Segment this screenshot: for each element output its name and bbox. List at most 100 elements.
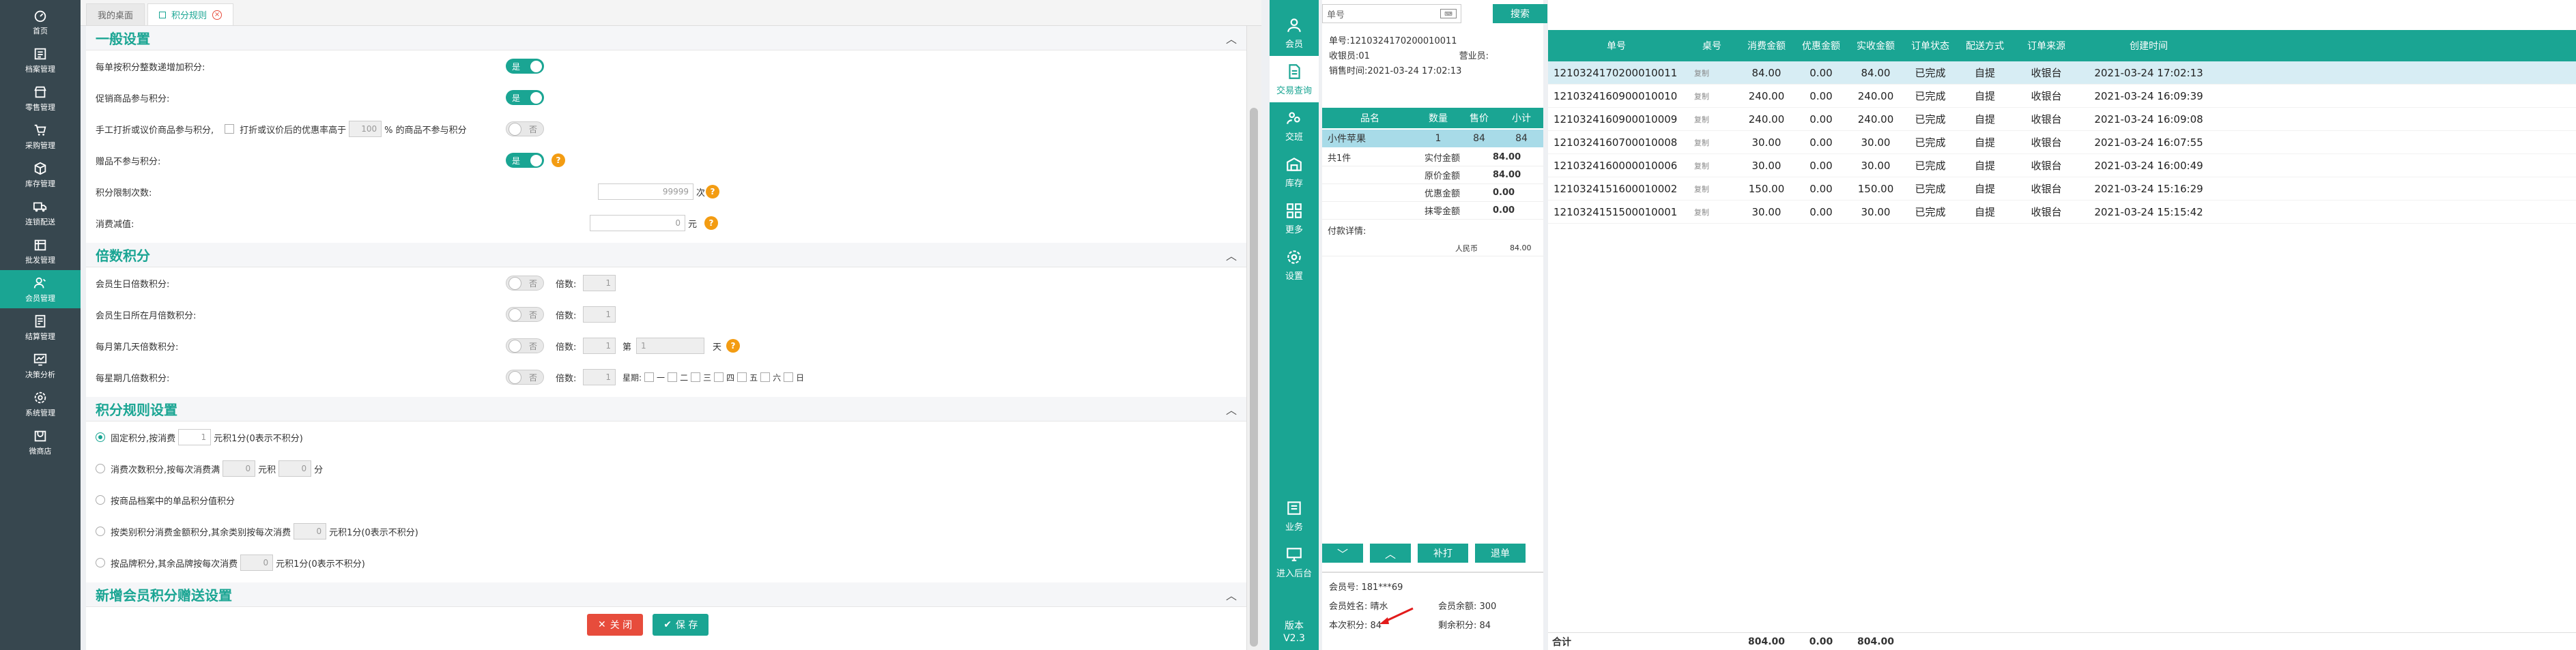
close-button[interactable]: ✕ 关 闭 — [587, 614, 644, 636]
pos-nav-member[interactable]: 会员 — [1270, 10, 1319, 56]
radio-button[interactable] — [96, 495, 105, 505]
section-multiple[interactable]: 倍数积分 ︿ — [86, 243, 1246, 267]
nav-item-archive[interactable]: 档案管理 — [0, 41, 81, 79]
radio-button[interactable] — [96, 558, 105, 567]
scrollbar-thumb[interactable] — [1250, 108, 1258, 647]
nav-item-chain[interactable]: 连锁配送 — [0, 194, 81, 232]
search-button[interactable]: 搜索 — [1493, 4, 1547, 23]
tab-points-rules[interactable]: 积分规则 × — [147, 3, 234, 25]
copy-link[interactable]: 复制 — [1685, 137, 1739, 148]
pos-nav-orders[interactable]: 交易查询 — [1270, 56, 1319, 102]
limit-count-input[interactable]: 99999 — [598, 183, 693, 200]
discount-rate-input[interactable]: 100 — [349, 121, 382, 137]
radio-button[interactable] — [96, 527, 105, 536]
rule-option[interactable]: 按类别积分消费金额积分,其余类别按每次消费 0 元积1分(0表示不积分) — [86, 516, 1246, 547]
toggle-switch[interactable]: 否 — [506, 370, 544, 385]
points-input[interactable]: 0 — [278, 460, 312, 477]
rule-option[interactable]: 消费次数积分,按每次消费满 0 元积 0 分 — [86, 453, 1246, 484]
nav-item-wholesale[interactable]: 批发管理 — [0, 232, 81, 270]
toggle-switch[interactable]: 是 — [506, 59, 544, 74]
nav-item-stock[interactable]: 库存管理 — [0, 156, 81, 194]
tab-home[interactable]: 我的桌面 — [86, 3, 145, 25]
nav-item-shop[interactable]: 微商店 — [0, 423, 81, 461]
pos-nav-more[interactable]: 更多 — [1270, 195, 1319, 241]
nav-item-system[interactable]: 系统管理 — [0, 385, 81, 423]
radio-button[interactable] — [96, 432, 105, 442]
chevron-up-button[interactable]: ︿ — [1370, 544, 1411, 563]
toggle-switch[interactable]: 是 — [506, 153, 544, 168]
nav-item-settle[interactable]: 结算管理 — [0, 308, 81, 346]
checkbox[interactable] — [668, 372, 678, 382]
checkbox[interactable] — [737, 372, 747, 382]
amount-input[interactable]: 0 — [240, 555, 274, 571]
pos-nav-business[interactable]: 业务 — [1270, 492, 1319, 539]
section-general[interactable]: 一般设置 ︿ — [86, 26, 1246, 50]
multiple-input[interactable]: 1 — [583, 306, 616, 323]
multiple-input[interactable]: 1 — [583, 338, 616, 354]
checkbox[interactable] — [760, 372, 771, 382]
copy-link[interactable]: 复制 — [1685, 68, 1739, 78]
section-rules[interactable]: 积分规则设置 ︿ — [86, 397, 1246, 422]
help-icon[interactable]: ? — [726, 339, 740, 353]
chevron-up-icon[interactable]: ︿ — [1226, 401, 1237, 417]
checkbox[interactable] — [644, 372, 655, 382]
toggle-switch[interactable]: 否 — [506, 307, 544, 322]
copy-link[interactable]: 复制 — [1685, 183, 1739, 194]
chevron-up-icon[interactable]: ︿ — [1226, 30, 1237, 46]
radio-button[interactable] — [96, 464, 105, 473]
multiple-input[interactable]: 1 — [583, 275, 616, 291]
nav-item-analysis[interactable]: 决策分析 — [0, 346, 81, 385]
nav-item-retail[interactable]: 零售管理 — [0, 79, 81, 117]
pos-nav-settings[interactable]: 设置 — [1270, 241, 1319, 288]
nav-item-member[interactable]: 会员管理 — [0, 270, 81, 308]
table-row[interactable]: 1210324160900010009 复制 240.00 0.00 240.00 已完成… — [1548, 108, 2576, 131]
reprint-button[interactable]: 补打 — [1418, 544, 1468, 563]
table-row[interactable]: 1210324151600010002 复制 150.00 0.00 150.00 已完成… — [1548, 177, 2576, 201]
table-row[interactable]: 1210324151500010001 复制 30.00 0.00 30.00 已完成 自提… — [1548, 201, 2576, 224]
checkbox[interactable] — [691, 372, 701, 382]
order-search-input[interactable]: 单号 ⌨ — [1322, 4, 1461, 23]
rule-option[interactable]: 按商品档案中的单品积分值积分 — [86, 484, 1246, 516]
toggle-switch[interactable]: 否 — [506, 121, 544, 136]
amount-input[interactable]: 0 — [223, 460, 256, 477]
toggle-switch[interactable]: 是 — [506, 90, 544, 105]
item-row[interactable]: 小件苹果 1 84 84 — [1322, 130, 1543, 147]
copy-link[interactable]: 复制 — [1685, 91, 1739, 102]
toggle-switch[interactable]: 否 — [506, 276, 544, 291]
checkbox[interactable] — [714, 372, 724, 382]
amount-input[interactable]: 1 — [178, 429, 212, 445]
help-icon[interactable]: ? — [552, 153, 565, 167]
table-row[interactable]: 1210324170200010011 复制 84.00 0.00 84.00 已完成 自提… — [1548, 61, 2576, 85]
multiple-input[interactable]: 1 — [583, 369, 616, 385]
amount-input[interactable]: 0 — [294, 523, 327, 540]
close-tab-icon[interactable]: × — [212, 10, 223, 20]
help-icon[interactable]: ? — [704, 216, 718, 230]
copy-link[interactable]: 复制 — [1685, 160, 1739, 171]
table-row[interactable]: 1210324160700010008 复制 30.00 0.00 30.00 已完成 自提… — [1548, 131, 2576, 154]
copy-link[interactable]: 复制 — [1685, 114, 1739, 125]
pos-nav-stock[interactable]: 库存 — [1270, 149, 1319, 195]
return-button[interactable]: 退单 — [1475, 544, 1526, 563]
copy-link[interactable]: 复制 — [1685, 207, 1739, 218]
nav-item-home[interactable]: 首页 — [0, 3, 81, 41]
content-scrollbar[interactable] — [1246, 26, 1261, 650]
checkbox[interactable] — [225, 124, 235, 134]
toggle-switch[interactable]: 否 — [506, 338, 544, 353]
chevron-up-icon[interactable]: ︿ — [1226, 587, 1237, 603]
chevron-up-icon[interactable]: ︿ — [1226, 247, 1237, 263]
rule-option[interactable]: 固定积分,按消费 1 元积1分(0表示不积分) — [86, 422, 1246, 453]
pos-nav-shift[interactable]: 交班 — [1270, 102, 1319, 149]
deduct-input[interactable]: 0 — [590, 215, 685, 231]
day-input[interactable]: 1 — [636, 338, 704, 354]
save-button[interactable]: ✔ 保 存 — [653, 614, 709, 636]
chevron-down-button[interactable]: ﹀ — [1322, 544, 1363, 563]
table-row[interactable]: 1210324160000010006 复制 30.00 0.00 30.00 已完成 自提… — [1548, 154, 2576, 177]
keyboard-icon[interactable]: ⌨ — [1440, 9, 1457, 18]
table-row[interactable]: 1210324160900010010 复制 240.00 0.00 240.00 已完成… — [1548, 85, 2576, 108]
rule-option[interactable]: 按品牌积分,其余品牌按每次消费 0 元积1分(0表示不积分) — [86, 547, 1246, 578]
section-new-member[interactable]: 新增会员积分赠送设置 ︿ — [86, 582, 1246, 607]
pos-nav-backend[interactable]: 进入后台 — [1270, 539, 1319, 585]
nav-item-purchase[interactable]: 采购管理 — [0, 117, 81, 156]
checkbox[interactable] — [784, 372, 794, 382]
help-icon[interactable]: ? — [706, 185, 719, 198]
